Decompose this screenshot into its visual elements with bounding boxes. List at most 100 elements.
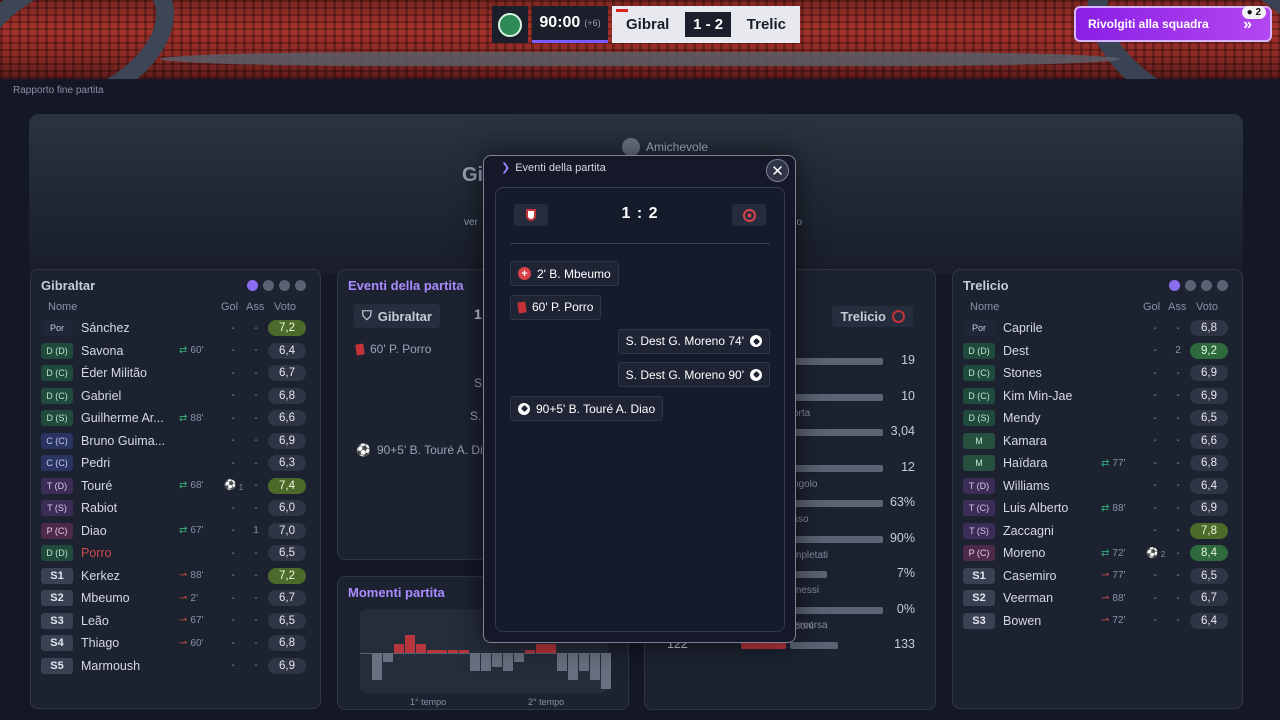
player-row[interactable]: C (C) Pedri - -6,3 bbox=[41, 452, 306, 475]
goals-value: - bbox=[231, 390, 235, 402]
stat-bar-away bbox=[790, 393, 883, 401]
away-team-title: Trelicio bbox=[963, 278, 1009, 293]
player-row[interactable]: S3 Bowen ⇀ 72' - -6,4 bbox=[963, 610, 1228, 633]
player-row[interactable]: S1 Kerkez ⇀ 88' - -7,2 bbox=[41, 565, 306, 588]
rating-badge: 7,2 bbox=[268, 320, 306, 337]
match-event[interactable]: S. Dest G. Moreno 74' bbox=[617, 328, 770, 354]
player-row[interactable]: P (C) Diao ⇄ 67' - 1 7,0 bbox=[41, 520, 306, 543]
rating-badge: 6,6 bbox=[268, 410, 306, 427]
home-team-title: Gibraltar bbox=[41, 278, 96, 293]
player-row[interactable]: T (D) Williams - -6,4 bbox=[963, 475, 1228, 498]
rating-badge: 6,5 bbox=[268, 612, 306, 629]
sub-out-icon: ⇄ bbox=[1101, 502, 1110, 514]
position-badge: P (C) bbox=[963, 545, 995, 562]
page-dot-1[interactable] bbox=[1169, 280, 1180, 291]
player-row[interactable]: D (D) Savona ⇄ 60' - -6,4 bbox=[41, 340, 306, 363]
player-row[interactable]: M Kamara - -6,6 bbox=[963, 430, 1228, 453]
assists-value: - bbox=[1176, 457, 1180, 469]
player-row[interactable]: S2 Mbeumo ⇀ 2' - -6,7 bbox=[41, 587, 306, 610]
player-row[interactable]: Por Caprile - -6,8 bbox=[963, 317, 1228, 340]
momentum-bar bbox=[426, 650, 437, 653]
events-item-sub-2: S. bbox=[470, 409, 482, 423]
home-lineup-panel: Gibraltar Nome Gol Ass Voto Por Sánchez - -… bbox=[30, 269, 321, 709]
player-row[interactable]: D (S) Guilherme Ar... ⇄ 88' - -6,6 bbox=[41, 407, 306, 430]
player-name: Casemiro bbox=[1003, 568, 1057, 583]
assists-value: - bbox=[254, 547, 258, 559]
player-row[interactable]: T (S) Zaccagni - -7,8 bbox=[963, 520, 1228, 543]
rating-badge: 6,4 bbox=[268, 342, 306, 359]
home-team-short: Gibral bbox=[626, 16, 670, 33]
player-name: Savona bbox=[81, 343, 124, 358]
player-row[interactable]: D (C) Stones - -6,9 bbox=[963, 362, 1228, 385]
page-dot-3[interactable] bbox=[279, 280, 290, 291]
player-name: Mendy bbox=[1003, 411, 1041, 426]
player-row[interactable]: D (C) Éder Militão - -6,7 bbox=[41, 362, 306, 385]
close-button[interactable]: ✕ bbox=[766, 159, 789, 182]
player-row[interactable]: T (D) Touré ⇄ 68' ⚽ 1-7,4 bbox=[41, 475, 306, 498]
match-event[interactable]: 60' P. Porro bbox=[510, 294, 602, 320]
player-row[interactable]: D (S) Mendy - -6,5 bbox=[963, 407, 1228, 430]
page-dot-1[interactable] bbox=[247, 280, 258, 291]
header-assists: Ass bbox=[246, 301, 265, 313]
team-talk-button[interactable]: Rivolgiti alla squadra » ● 2 bbox=[1074, 6, 1272, 42]
goals-value: - bbox=[231, 615, 235, 627]
player-name: Williams bbox=[1003, 478, 1050, 493]
player-row[interactable]: S2 Veerman ⇀ 88' - -6,7 bbox=[963, 587, 1228, 610]
momentum-bar bbox=[404, 635, 415, 653]
player-row[interactable]: D (C) Gabriel - -6,8 bbox=[41, 385, 306, 408]
page-dot-4[interactable] bbox=[1217, 280, 1228, 291]
goals-value: - bbox=[231, 322, 235, 334]
player-row[interactable]: S4 Thiago ⇀ 60' - -6,8 bbox=[41, 632, 306, 655]
player-row[interactable]: D (C) Kim Min-Jae - -6,9 bbox=[963, 385, 1228, 408]
match-event[interactable]: S. Dest G. Moreno 90' bbox=[617, 362, 770, 388]
player-row[interactable]: Por Sánchez - -7,2 bbox=[41, 317, 306, 340]
player-name: Éder Militão bbox=[81, 366, 147, 381]
player-name: Rabiot bbox=[81, 501, 118, 516]
page-dot-4[interactable] bbox=[295, 280, 306, 291]
player-row[interactable]: T (S) Rabiot - -6,0 bbox=[41, 497, 306, 520]
header-name: Nome bbox=[970, 301, 1000, 313]
assists-value: - bbox=[1176, 592, 1180, 604]
close-icon: ✕ bbox=[771, 162, 784, 180]
player-name: Bruno Guima... bbox=[81, 433, 166, 448]
player-row[interactable]: D (D) Dest - 2 9,2 bbox=[963, 340, 1228, 363]
player-row[interactable]: S3 Leão ⇀ 67' - -6,5 bbox=[41, 610, 306, 633]
stat-bar bbox=[695, 642, 887, 650]
substitution-time: ⇄ 67' bbox=[179, 525, 203, 536]
goals-value: - bbox=[1153, 480, 1157, 492]
match-event[interactable]: +2' B. Mbeumo bbox=[510, 261, 619, 286]
goals-value: - bbox=[231, 345, 235, 357]
stadium-roof-left bbox=[0, 0, 200, 79]
rating-badge: 6,4 bbox=[1190, 477, 1228, 494]
player-row[interactable]: D (D) Porro - -6,5 bbox=[41, 542, 306, 565]
page-dot-3[interactable] bbox=[1201, 280, 1212, 291]
substitution-minute: 72' bbox=[1112, 615, 1126, 627]
stat-away-value: 90% bbox=[889, 530, 915, 545]
position-badge: M bbox=[963, 455, 995, 472]
momentum-bar bbox=[481, 653, 491, 671]
rating-badge: 6,4 bbox=[1190, 612, 1228, 629]
sub-in-icon: ⇀ bbox=[179, 615, 188, 627]
match-event[interactable]: 90+5' B. Touré A. Diao bbox=[510, 396, 664, 422]
stat-label: ngolo bbox=[793, 478, 818, 490]
stat-away-value: 7% bbox=[896, 566, 915, 580]
sub-in-icon: ⇀ bbox=[1101, 615, 1110, 627]
player-row[interactable]: P (C) Moreno ⇄ 72' ⚽ 2-8,4 bbox=[963, 542, 1228, 565]
player-row[interactable]: S5 Marmoush - -6,9 bbox=[41, 655, 306, 678]
goals-value: - bbox=[1153, 390, 1157, 402]
rating-badge: 6,5 bbox=[1190, 410, 1228, 427]
rating-badge: 6,8 bbox=[268, 635, 306, 652]
substitution-time: ⇀ 72' bbox=[1101, 615, 1125, 626]
stat-bar-away bbox=[790, 464, 883, 472]
player-row[interactable]: S1 Casemiro ⇀ 77' - -6,5 bbox=[963, 565, 1228, 588]
stat-bar-away bbox=[790, 642, 839, 649]
page-dot-2[interactable] bbox=[263, 280, 274, 291]
player-row[interactable]: T (C) Luis Alberto ⇄ 88' - -6,9 bbox=[963, 497, 1228, 520]
team-talk-count: 2 bbox=[1255, 7, 1261, 18]
ball-icon bbox=[750, 335, 762, 348]
position-badge: S5 bbox=[41, 657, 73, 674]
page-dot-2[interactable] bbox=[1185, 280, 1196, 291]
club-crest-button[interactable] bbox=[492, 6, 528, 43]
player-row[interactable]: M Haïdara ⇄ 77' - -6,8 bbox=[963, 452, 1228, 475]
player-row[interactable]: C (C) Bruno Guima... - -6,9 bbox=[41, 430, 306, 453]
